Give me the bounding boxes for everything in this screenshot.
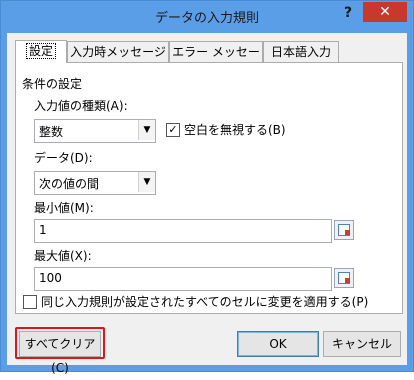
data-select-value: 次の値の間 [39,177,100,191]
highlight-box [15,327,105,359]
close-button[interactable]: ✕ [363,2,407,22]
title-bar[interactable]: データの入力規則 ? ✕ [1,1,413,33]
chevron-down-icon[interactable]: ▼ [138,172,155,192]
ignore-blank-label[interactable]: 空白を無視する(B) [184,121,286,138]
maximum-value: 100 [39,271,62,285]
maximum-input[interactable]: 100 [34,267,332,291]
minimum-input[interactable]: 1 [34,219,332,243]
ok-button[interactable]: OK [237,331,319,357]
cancel-button[interactable]: キャンセル [323,331,401,357]
tab-ime-mode[interactable]: 日本語入力 [263,41,339,62]
allow-label: 入力値の種類(A): [34,99,128,113]
apply-all-checkbox[interactable] [23,295,37,309]
data-label: データ(D): [34,151,93,165]
help-button[interactable]: ? [335,3,361,23]
allow-select-value: 整数 [39,125,64,139]
range-select-icon[interactable] [334,268,354,288]
data-select[interactable]: 次の値の間 ▼ [34,171,156,195]
ignore-blank-checkbox[interactable]: ✓ [166,123,180,137]
dialog-body: 設定 入力時メッセージ エラー メッセージ 日本語入力 条件の設定 入力値の種類… [7,33,407,375]
apply-all-label[interactable]: 同じ入力規則が設定されたすべてのセルに変更を適用する(P) [41,293,368,310]
maximum-label: 最大値(X): [34,249,92,263]
chevron-down-icon[interactable]: ▼ [138,120,155,140]
data-validation-dialog: データの入力規則 ? ✕ 設定 入力時メッセージ エラー メッセージ 日本語入力… [0,0,414,375]
tab-error-alert[interactable]: エラー メッセージ [169,41,263,79]
tab-settings[interactable]: 設定 [15,40,67,63]
minimum-label: 最小値(M): [34,201,94,215]
allow-select[interactable]: 整数 ▼ [34,119,156,143]
range-select-icon[interactable] [334,220,354,240]
settings-panel: 条件の設定 入力値の種類(A): 整数 ▼ ✓ 空白を無視する(B) データ(D… [15,62,403,314]
minimum-value: 1 [39,223,47,237]
criteria-group-label: 条件の設定 [22,77,83,91]
tab-input-message[interactable]: 入力時メッセージ [67,41,169,62]
